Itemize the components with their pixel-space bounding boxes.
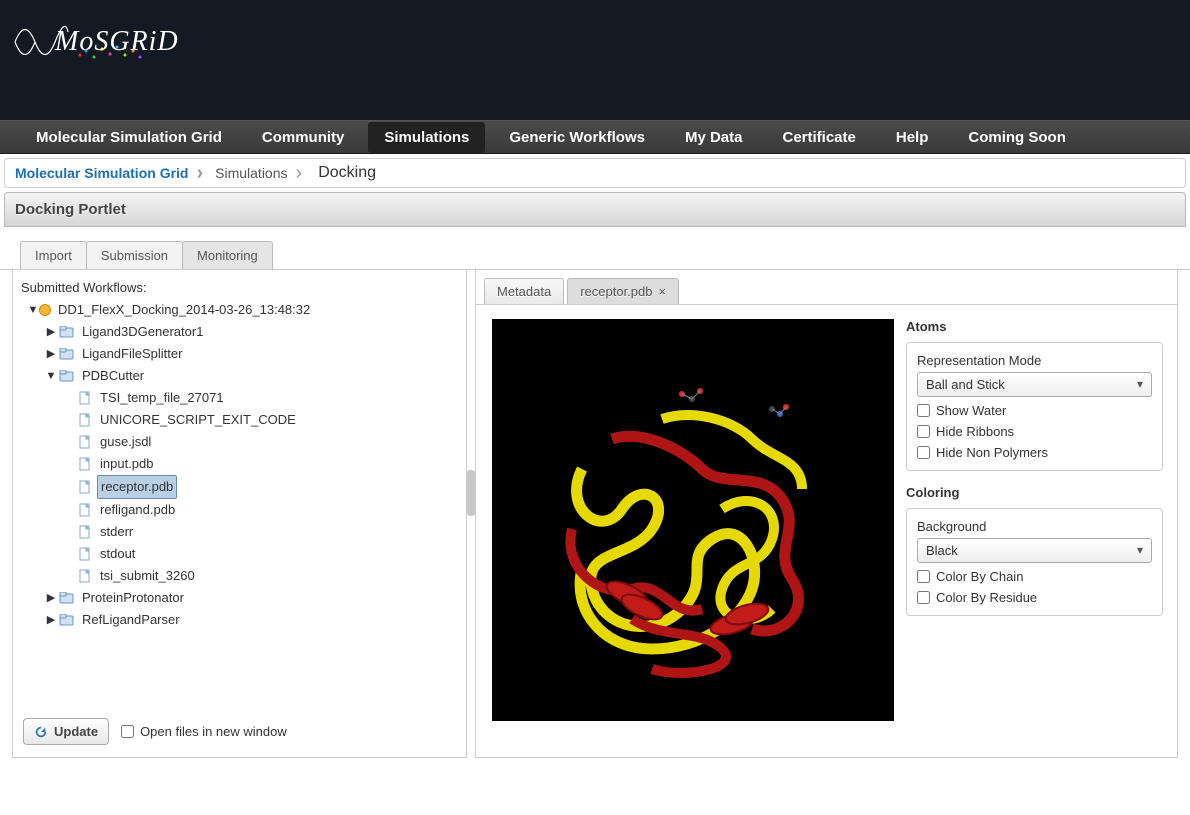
tree-title: Submitted Workflows:: [21, 280, 458, 295]
toggle-icon[interactable]: ▶: [45, 322, 57, 342]
portlet-title-bar: Docking Portlet: [4, 192, 1186, 227]
open-new-window-checkbox[interactable]: [121, 725, 134, 738]
file-icon: [77, 503, 93, 517]
show-water-option[interactable]: Show Water: [917, 403, 1152, 418]
file-icon: [77, 547, 93, 561]
toggle-icon[interactable]: ▼: [45, 366, 57, 386]
breadcrumb-root[interactable]: Molecular Simulation Grid: [15, 162, 215, 185]
tree-node[interactable]: ▶ LigandFileSplitter: [45, 343, 458, 365]
molecule-viewer[interactable]: [492, 319, 894, 721]
file-icon: [77, 480, 93, 494]
tree-file[interactable]: UNICORE_SCRIPT_EXIT_CODE: [63, 409, 458, 431]
nav-help[interactable]: Help: [880, 122, 945, 153]
update-button[interactable]: Update: [23, 718, 109, 745]
atoms-title: Atoms: [906, 319, 1163, 334]
logo: MoSGRiD: [10, 12, 179, 72]
tree-file[interactable]: guse.jsdl: [63, 431, 458, 453]
folder-icon: [59, 347, 75, 361]
portlet-title: Docking Portlet: [15, 201, 126, 218]
breadcrumb-current: Docking: [314, 164, 384, 182]
tab-metadata[interactable]: Metadata: [484, 278, 564, 304]
viewer-controls: Atoms Representation Mode Ball and Stick…: [906, 319, 1163, 630]
toggle-icon[interactable]: ▶: [45, 610, 57, 630]
color-by-residue-option[interactable]: Color By Residue: [917, 590, 1152, 605]
atoms-box: Representation Mode Ball and Stick Show …: [906, 342, 1163, 471]
tree-file-selected[interactable]: receptor.pdb: [63, 475, 458, 499]
color-by-chain-checkbox[interactable]: [917, 570, 930, 583]
file-icon: [77, 457, 93, 471]
splitter[interactable]: [467, 270, 475, 770]
workflow-tree: ▼ DD1_FlexX_Docking_2014-03-26_13:48:32 …: [21, 299, 458, 631]
hide-nonpoly-option[interactable]: Hide Non Polymers: [917, 445, 1152, 460]
nav-coming-soon[interactable]: Coming Soon: [952, 122, 1082, 153]
file-icon: [77, 525, 93, 539]
toggle-icon[interactable]: ▼: [27, 300, 39, 320]
file-icon: [77, 435, 93, 449]
left-actions: Update Open files in new window: [13, 710, 466, 757]
rep-label: Representation Mode: [917, 353, 1152, 368]
show-water-checkbox[interactable]: [917, 404, 930, 417]
tree-node[interactable]: ▶ Ligand3DGenerator1: [45, 321, 458, 343]
coloring-title: Coloring: [906, 485, 1163, 500]
hide-ribbons-checkbox[interactable]: [917, 425, 930, 438]
tab-submission[interactable]: Submission: [86, 241, 183, 269]
nav-community[interactable]: Community: [246, 122, 361, 153]
nav-generic-workflows[interactable]: Generic Workflows: [493, 122, 661, 153]
folder-icon: [59, 369, 75, 383]
file-icon: [77, 413, 93, 427]
open-new-window-option[interactable]: Open files in new window: [121, 724, 287, 739]
update-label: Update: [54, 724, 98, 739]
logo-sparkle: [70, 32, 150, 62]
nav-my-data[interactable]: My Data: [669, 122, 759, 153]
folder-icon: [59, 613, 75, 627]
tree-file[interactable]: refligand.pdb: [63, 499, 458, 521]
header: MoSGRiD: [0, 0, 1190, 120]
tree-file[interactable]: stderr: [63, 521, 458, 543]
nav-simulations[interactable]: Simulations: [368, 122, 485, 153]
file-icon: [77, 569, 93, 583]
background-select[interactable]: Black: [917, 538, 1152, 563]
tree-node-pdbcutter[interactable]: ▼ PDBCutter: [45, 365, 458, 387]
toggle-icon[interactable]: ▶: [45, 344, 57, 364]
hide-nonpoly-checkbox[interactable]: [917, 446, 930, 459]
tree-file[interactable]: stdout: [63, 543, 458, 565]
color-by-chain-option[interactable]: Color By Chain: [917, 569, 1152, 584]
color-by-residue-checkbox[interactable]: [917, 591, 930, 604]
breadcrumb-sims[interactable]: Simulations: [215, 162, 314, 185]
viewer-panel: Metadata receptor.pdb ×: [475, 270, 1178, 758]
file-icon: [77, 391, 93, 405]
status-running-icon: [39, 304, 51, 316]
viewer-tabs: Metadata receptor.pdb ×: [476, 270, 1177, 305]
toggle-icon[interactable]: ▶: [45, 588, 57, 608]
splitter-handle[interactable]: [467, 470, 475, 516]
workflow-panel: Submitted Workflows: ▼ DD1_FlexX_Docking…: [12, 270, 467, 758]
main-navbar: Molecular Simulation Grid Community Simu…: [0, 120, 1190, 154]
representation-select[interactable]: Ball and Stick: [917, 372, 1152, 397]
folder-icon: [59, 325, 75, 339]
nav-molsim[interactable]: Molecular Simulation Grid: [20, 122, 238, 153]
bg-label: Background: [917, 519, 1152, 534]
tab-monitoring[interactable]: Monitoring: [182, 241, 273, 269]
logo-wave: [10, 12, 70, 72]
tab-import[interactable]: Import: [20, 241, 87, 269]
tree-node[interactable]: ▶ ProteinProtonator: [45, 587, 458, 609]
workflow-label[interactable]: DD1_FlexX_Docking_2014-03-26_13:48:32: [55, 299, 313, 321]
refresh-icon: [34, 725, 48, 739]
breadcrumb: Molecular Simulation Grid Simulations Do…: [4, 158, 1186, 188]
tab-receptor[interactable]: receptor.pdb ×: [567, 278, 679, 304]
main-split: Submitted Workflows: ▼ DD1_FlexX_Docking…: [0, 270, 1190, 770]
tree-node[interactable]: ▶ RefLigandParser: [45, 609, 458, 631]
portlet-tabs: Import Submission Monitoring: [0, 227, 1190, 270]
tree-file[interactable]: TSI_temp_file_27071: [63, 387, 458, 409]
tree-file[interactable]: tsi_submit_3260: [63, 565, 458, 587]
tree-workflow-root[interactable]: ▼ DD1_FlexX_Docking_2014-03-26_13:48:32: [27, 299, 458, 321]
tree-file[interactable]: input.pdb: [63, 453, 458, 475]
coloring-box: Background Black Color By Chain Color By…: [906, 508, 1163, 616]
open-new-window-label: Open files in new window: [140, 724, 287, 739]
nav-certificate[interactable]: Certificate: [767, 122, 872, 153]
hide-ribbons-option[interactable]: Hide Ribbons: [917, 424, 1152, 439]
folder-icon: [59, 591, 75, 605]
close-icon[interactable]: ×: [658, 284, 666, 299]
